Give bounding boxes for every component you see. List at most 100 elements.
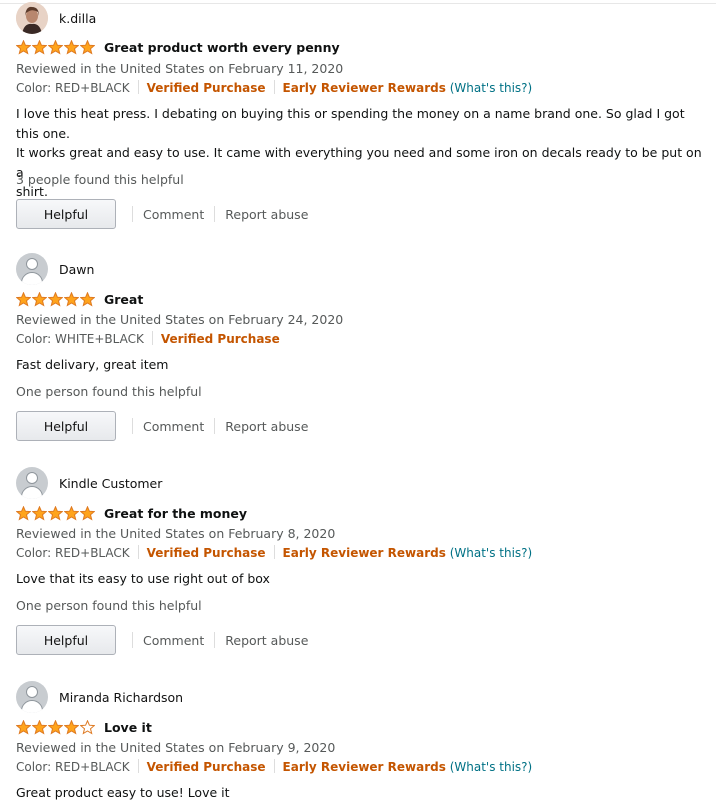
review-meta: Color: WHITE+BLACK Verified Purchase [16,331,280,346]
helpful-button[interactable]: Helpful [16,625,116,655]
review-body: Love that its easy to use right out of b… [16,569,704,589]
early-reviewer-badge: Early Reviewer Rewards [282,546,446,560]
helpful-button[interactable]: Helpful [16,199,116,229]
helpful-count: One person found this helpful [16,598,202,613]
review-body: Fast delivary, great item [16,355,704,375]
reviewer-profile[interactable]: k.dilla [16,2,96,34]
star-filled-icon [16,40,31,55]
review-body-line: Great product easy to use! Love it [16,785,230,800]
star-rating[interactable] [16,40,96,55]
reviewer-name[interactable]: Miranda Richardson [59,690,183,705]
review-meta: Color: RED+BLACK Verified Purchase Early R… [16,80,532,95]
star-rating[interactable] [16,720,96,735]
helpful-count: One person found this helpful [16,384,202,399]
reviewer-profile[interactable]: Kindle Customer [16,467,162,499]
comment-link[interactable]: Comment [143,207,204,222]
meta-divider [137,545,139,559]
star-filled-icon [48,292,63,307]
review-body: Great product easy to use! Love it [16,783,704,803]
action-divider [132,632,133,648]
report-abuse-link[interactable]: Report abuse [225,633,308,648]
star-rating[interactable] [16,506,96,521]
review-body-line: Love that its easy to use right out of b… [16,571,270,586]
verified-purchase-badge: Verified Purchase [146,81,266,95]
whats-this-link[interactable]: (What's this?) [450,760,533,774]
action-divider [214,418,216,434]
review-body-line: Fast delivary, great item [16,357,169,372]
star-filled-icon [16,292,31,307]
color-variant[interactable]: Color: WHITE+BLACK [16,332,144,346]
comment-link[interactable]: Comment [143,419,204,434]
review-title[interactable]: Great [104,292,143,307]
top-divider [0,3,716,4]
reviewer-name[interactable]: Kindle Customer [59,476,162,491]
star-filled-icon [48,40,63,55]
report-abuse-link[interactable]: Report abuse [225,419,308,434]
action-divider [214,632,216,648]
rating-title-row: Great for the money [16,506,247,521]
report-abuse-link[interactable]: Report abuse [225,207,308,222]
review-actions: Helpful Comment Report abuse [16,411,308,441]
star-filled-icon [64,40,79,55]
star-filled-icon [64,720,79,735]
verified-purchase-badge: Verified Purchase [146,546,266,560]
whats-this-link[interactable]: (What's this?) [450,546,533,560]
star-filled-icon [64,292,79,307]
rating-title-row: Love it [16,720,152,735]
reviewer-name[interactable]: k.dilla [59,11,96,26]
action-divider [132,418,133,434]
meta-divider [137,80,139,94]
review-date: Reviewed in the United States on Februar… [16,740,336,755]
reviewer-avatar [16,2,48,34]
whats-this-link[interactable]: (What's this?) [450,81,533,95]
review-date: Reviewed in the United States on Februar… [16,526,336,541]
reviewer-profile[interactable]: Miranda Richardson [16,681,183,713]
reviewer-profile[interactable]: Dawn [16,253,94,285]
star-filled-icon [64,506,79,521]
rating-title-row: Great [16,292,143,307]
review-meta: Color: RED+BLACK Verified Purchase Early R… [16,759,532,774]
meta-divider [137,759,139,773]
star-filled-icon [48,720,63,735]
early-reviewer-badge: Early Reviewer Rewards [282,81,446,95]
meta-divider [151,331,153,345]
star-filled-icon [80,506,95,521]
review-title[interactable]: Love it [104,720,152,735]
comment-link[interactable]: Comment [143,633,204,648]
meta-divider [273,80,275,94]
star-empty-icon [80,720,95,735]
review-body-line: I love this heat press. I debating on bu… [16,106,685,141]
star-filled-icon [80,292,95,307]
color-variant[interactable]: Color: RED+BLACK [16,81,130,95]
review-meta: Color: RED+BLACK Verified Purchase Early R… [16,545,532,560]
color-variant[interactable]: Color: RED+BLACK [16,760,130,774]
star-filled-icon [16,720,31,735]
default-avatar-icon [16,467,48,499]
color-variant[interactable]: Color: RED+BLACK [16,546,130,560]
avatar-photo-icon [16,2,48,34]
review-title[interactable]: Great for the money [104,506,247,521]
default-avatar-icon [16,253,48,285]
early-reviewer-badge: Early Reviewer Rewards [282,760,446,774]
review-actions: Helpful Comment Report abuse [16,625,308,655]
helpful-button[interactable]: Helpful [16,411,116,441]
review-title[interactable]: Great product worth every penny [104,40,340,55]
star-filled-icon [32,720,47,735]
star-filled-icon [16,506,31,521]
meta-divider [273,545,275,559]
star-rating[interactable] [16,292,96,307]
star-filled-icon [32,506,47,521]
reviewer-name[interactable]: Dawn [59,262,94,277]
review-actions: Helpful Comment Report abuse [16,199,308,229]
star-filled-icon [48,506,63,521]
default-avatar-icon [16,681,48,713]
action-divider [214,206,216,222]
review-date: Reviewed in the United States on Februar… [16,312,344,327]
star-filled-icon [32,40,47,55]
meta-divider [273,759,275,773]
star-filled-icon [80,40,95,55]
action-divider [132,206,133,222]
verified-purchase-badge: Verified Purchase [146,760,266,774]
helpful-count: 3 people found this helpful [16,172,184,187]
star-filled-icon [32,292,47,307]
